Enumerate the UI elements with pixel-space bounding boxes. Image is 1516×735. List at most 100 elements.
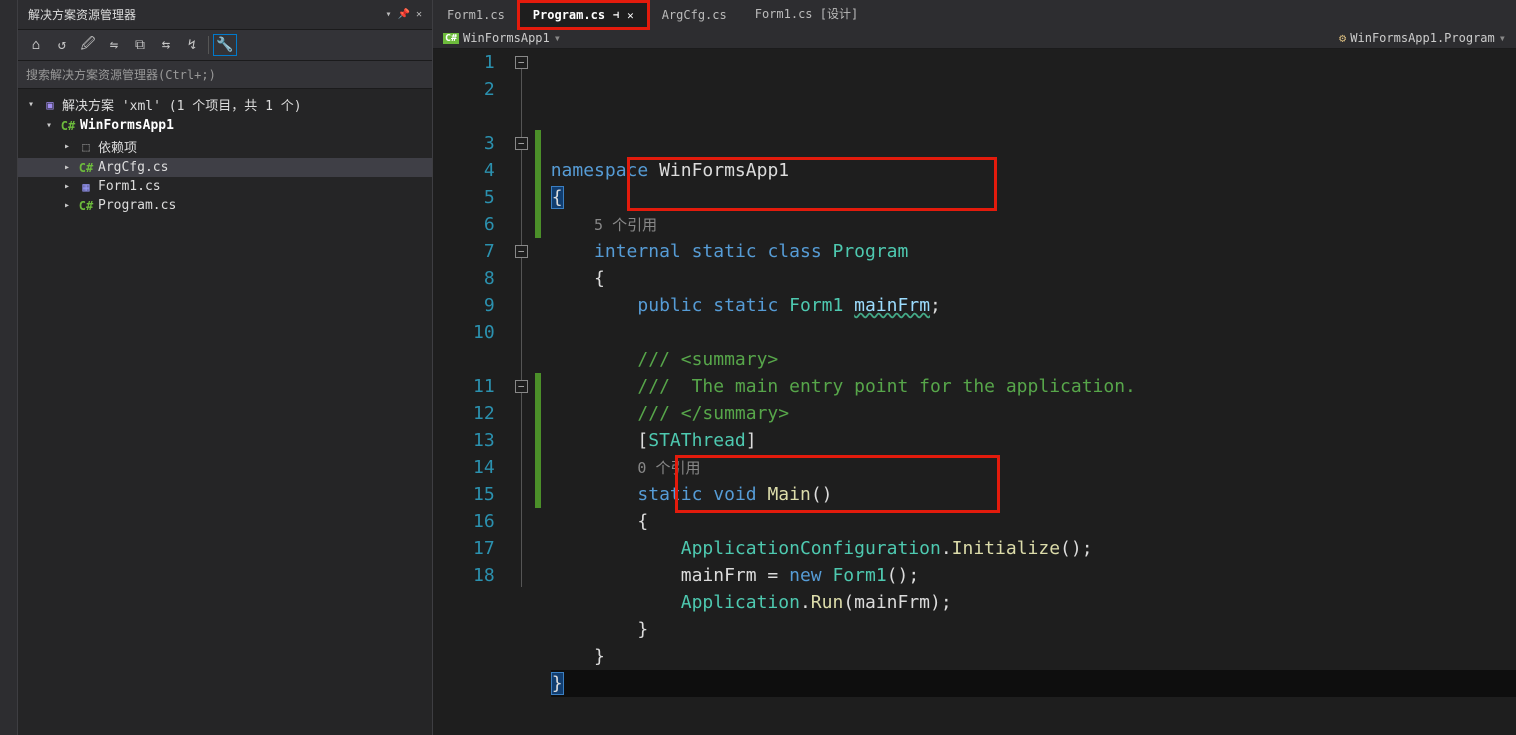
- code-line[interactable]: }: [551, 616, 1516, 643]
- class-icon: ⚙: [1339, 31, 1346, 45]
- explorer-search[interactable]: 搜索解决方案资源管理器(Ctrl+;): [18, 61, 432, 89]
- expand-arrow-icon[interactable]: ▾: [46, 120, 56, 131]
- code-line[interactable]: }: [551, 643, 1516, 670]
- editor-tab[interactable]: Form1.cs: [433, 2, 519, 28]
- code-line[interactable]: [STAThread]: [551, 427, 1516, 454]
- line-number: 17: [473, 535, 495, 562]
- tab-label: Program.cs: [533, 8, 605, 22]
- dropdown-icon[interactable]: ▾: [1499, 31, 1506, 45]
- change-marker: [535, 481, 541, 508]
- toolbar-button[interactable]: ↯: [180, 34, 204, 56]
- line-number: 11: [473, 373, 495, 400]
- line-number: 10: [473, 319, 495, 346]
- tree-node[interactable]: ▸C#Program.cs: [18, 196, 432, 215]
- change-marker: [535, 373, 541, 400]
- node-icon: ▦: [78, 180, 94, 194]
- node-label: 解决方案 'xml' (1 个项目，共 1 个): [62, 95, 302, 114]
- tree-node[interactable]: ▾C#WinFormsApp1: [18, 116, 432, 135]
- code-line[interactable]: ApplicationConfiguration.Initialize();: [551, 535, 1516, 562]
- tree-node[interactable]: ▾ ▣ 解决方案 'xml' (1 个项目，共 1 个): [18, 93, 432, 116]
- close-icon[interactable]: ✕: [416, 9, 422, 20]
- breadcrumb-bar: C# WinFormsApp1 ▾ ⚙ WinFormsApp1.Program…: [433, 28, 1516, 49]
- pin-icon[interactable]: ⊣: [613, 10, 619, 21]
- code-line[interactable]: static void Main(): [551, 481, 1516, 508]
- code-line[interactable]: /// </summary>: [551, 400, 1516, 427]
- code-line[interactable]: {: [551, 265, 1516, 292]
- line-number: [473, 103, 495, 130]
- toolbar-button[interactable]: ⇋: [102, 34, 126, 56]
- solution-explorer-panel: 解决方案资源管理器 ▾ 📌 ✕ ⌂↺🖉⇋⧉⇆↯ 🔧 搜索解决方案资源管理器(Ctr…: [18, 0, 433, 735]
- expand-arrow-icon[interactable]: ▸: [64, 181, 74, 192]
- node-label: Form1.cs: [98, 179, 161, 194]
- code-surface[interactable]: namespace WinFormsApp1{ 5 个引用 internal s…: [545, 49, 1516, 735]
- editor-tab[interactable]: ArgCfg.cs: [648, 2, 741, 28]
- expand-arrow-icon[interactable]: ▾: [28, 99, 38, 110]
- expand-arrow-icon[interactable]: ▸: [64, 141, 74, 152]
- toolbar-button[interactable]: ↺: [50, 34, 74, 56]
- fold-toggle-icon[interactable]: −: [515, 137, 528, 150]
- toolbar-button[interactable]: ⇆: [154, 34, 178, 56]
- expand-arrow-icon[interactable]: ▸: [64, 162, 74, 173]
- code-line[interactable]: mainFrm = new Form1();: [551, 562, 1516, 589]
- code-line[interactable]: [551, 319, 1516, 346]
- toolbar-button[interactable]: 🖉: [76, 34, 100, 56]
- node-icon: ▣: [42, 98, 58, 112]
- pin-icon[interactable]: 📌: [398, 9, 410, 20]
- tree-node[interactable]: ▸C#ArgCfg.cs: [18, 158, 432, 177]
- explorer-toolbar: ⌂↺🖉⇋⧉⇆↯ 🔧: [18, 30, 432, 61]
- line-number: 2: [473, 76, 495, 103]
- code-line[interactable]: 5 个引用: [551, 211, 1516, 238]
- line-number: 8: [473, 265, 495, 292]
- editor-tab[interactable]: Program.cs ⊣ ✕: [519, 2, 648, 28]
- line-number: 1: [473, 49, 495, 76]
- change-marker: [535, 427, 541, 454]
- node-label: WinFormsApp1: [80, 118, 174, 133]
- line-number: 18: [473, 562, 495, 589]
- line-number-gutter: 123456789101112131415161718: [433, 49, 513, 735]
- tab-label: Form1.cs: [447, 8, 505, 22]
- line-number: 12: [473, 400, 495, 427]
- tab-label: ArgCfg.cs: [662, 8, 727, 22]
- breadcrumb-class[interactable]: WinFormsApp1.Program: [1350, 31, 1495, 45]
- line-number: 3: [473, 130, 495, 157]
- line-number: 7: [473, 238, 495, 265]
- node-label: ArgCfg.cs: [98, 160, 168, 175]
- dropdown-icon[interactable]: ▾: [385, 9, 391, 20]
- code-line[interactable]: namespace WinFormsApp1: [551, 157, 1516, 184]
- breadcrumb-project[interactable]: WinFormsApp1: [463, 31, 550, 45]
- line-number: 15: [473, 481, 495, 508]
- editor-tab[interactable]: Form1.cs [设计]: [741, 0, 872, 28]
- tree-node[interactable]: ▸⬚依赖项: [18, 135, 432, 158]
- tree-node[interactable]: ▸ ▦ Form1.cs: [18, 177, 432, 196]
- code-line[interactable]: Application.Run(mainFrm);: [551, 589, 1516, 616]
- line-number: 16: [473, 508, 495, 535]
- fold-gutter: − − − −: [513, 49, 535, 735]
- solution-tree: ▾ ▣ 解决方案 'xml' (1 个项目，共 1 个) ▾C#WinFormsApp…: [18, 89, 432, 735]
- editor-tabs: Form1.cs Program.cs ⊣ ✕ ArgCfg.cs Form1.cs [设…: [433, 0, 1516, 28]
- code-line[interactable]: {: [551, 184, 1516, 211]
- code-line[interactable]: public static Form1 mainFrm;: [551, 292, 1516, 319]
- expand-arrow-icon[interactable]: ▸: [64, 200, 74, 211]
- change-gutter: [535, 49, 545, 735]
- code-line[interactable]: /// <summary>: [551, 346, 1516, 373]
- toolbar-button[interactable]: ⌂: [24, 34, 48, 56]
- close-icon[interactable]: ✕: [627, 9, 634, 22]
- explorer-titlebar: 解决方案资源管理器 ▾ 📌 ✕: [18, 0, 432, 30]
- project-icon: C#: [443, 33, 459, 44]
- fold-toggle-icon[interactable]: −: [515, 245, 528, 258]
- code-editor[interactable]: 123456789101112131415161718 −−−− namespa…: [433, 49, 1516, 735]
- dropdown-icon[interactable]: ▾: [554, 31, 561, 45]
- code-line[interactable]: 0 个引用: [551, 454, 1516, 481]
- toolbar-button[interactable]: 🔧: [213, 34, 237, 56]
- code-line[interactable]: internal static class Program: [551, 238, 1516, 265]
- line-number: 6: [473, 211, 495, 238]
- explorer-title: 解决方案资源管理器: [28, 6, 136, 23]
- code-line[interactable]: {: [551, 508, 1516, 535]
- code-line[interactable]: /// The main entry point for the applica…: [551, 373, 1516, 400]
- toolbar-button[interactable]: ⧉: [128, 34, 152, 56]
- change-marker: [535, 130, 541, 157]
- fold-toggle-icon[interactable]: −: [515, 380, 528, 393]
- line-number: 14: [473, 454, 495, 481]
- code-line[interactable]: }: [551, 670, 1516, 697]
- fold-toggle-icon[interactable]: −: [515, 56, 528, 69]
